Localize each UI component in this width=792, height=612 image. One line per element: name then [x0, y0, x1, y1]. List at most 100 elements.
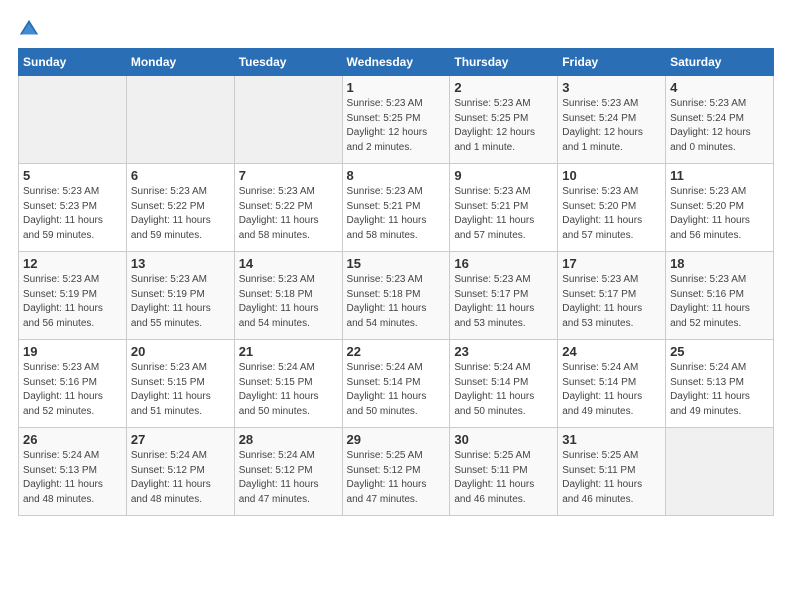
- day-info: Sunrise: 5:24 AM Sunset: 5:14 PM Dayligh…: [454, 361, 553, 419]
- day-number: 6: [131, 168, 230, 183]
- day-info: Sunrise: 5:24 AM Sunset: 5:13 PM Dayligh…: [670, 361, 769, 419]
- calendar-cell: 24 Sunrise: 5:24 AM Sunset: 5:14 PM Dayli…: [558, 340, 666, 428]
- calendar-cell: 19Sunrise: 5:23 AM Sunset: 5:16 PM Dayli…: [19, 340, 127, 428]
- day-number: 5: [23, 168, 122, 183]
- calendar-cell: 13 Sunrise: 5:23 AM Sunset: 5:19 PM Dayli…: [126, 252, 234, 340]
- day-info: Sunrise: 5:23 AM Sunset: 5:18 PM Dayligh…: [239, 273, 338, 331]
- day-number: 4: [670, 80, 769, 95]
- calendar-week-row: 19Sunrise: 5:23 AM Sunset: 5:16 PM Dayli…: [19, 340, 774, 428]
- day-info: Sunrise: 5:23 AM Sunset: 5:17 PM Dayligh…: [562, 273, 661, 331]
- day-info: Sunrise: 5:23 AM Sunset: 5:24 PM Dayligh…: [562, 97, 661, 155]
- day-info: Sunrise: 5:24 AM Sunset: 5:13 PM Dayligh…: [23, 449, 122, 507]
- day-info: Sunrise: 5:23 AM Sunset: 5:21 PM Dayligh…: [347, 185, 446, 243]
- day-info: Sunrise: 5:24 AM Sunset: 5:14 PM Dayligh…: [347, 361, 446, 419]
- page-container: SundayMondayTuesdayWednesdayThursdayFrid…: [0, 0, 792, 526]
- weekday-header: Friday: [558, 49, 666, 76]
- day-info: Sunrise: 5:24 AM Sunset: 5:15 PM Dayligh…: [239, 361, 338, 419]
- day-info: Sunrise: 5:23 AM Sunset: 5:23 PM Dayligh…: [23, 185, 122, 243]
- day-number: 27: [131, 432, 230, 447]
- calendar-cell: 15Sunrise: 5:23 AM Sunset: 5:18 PM Dayli…: [342, 252, 450, 340]
- day-number: 24: [562, 344, 661, 359]
- calendar-cell: 10Sunrise: 5:23 AM Sunset: 5:20 PM Dayli…: [558, 164, 666, 252]
- logo: [18, 18, 48, 40]
- calendar-cell: 18 Sunrise: 5:23 AM Sunset: 5:16 PM Dayli…: [666, 252, 774, 340]
- day-number: 25: [670, 344, 769, 359]
- calendar-cell: 6 Sunrise: 5:23 AM Sunset: 5:22 PM Daylig…: [126, 164, 234, 252]
- calendar-cell: 21Sunrise: 5:24 AM Sunset: 5:15 PM Dayli…: [234, 340, 342, 428]
- calendar-cell: 26 Sunrise: 5:24 AM Sunset: 5:13 PM Dayli…: [19, 428, 127, 516]
- day-number: 16: [454, 256, 553, 271]
- day-info: Sunrise: 5:23 AM Sunset: 5:16 PM Dayligh…: [23, 361, 122, 419]
- calendar-cell: 3 Sunrise: 5:23 AM Sunset: 5:24 PM Daylig…: [558, 76, 666, 164]
- day-number: 13: [131, 256, 230, 271]
- calendar-cell: 30 Sunrise: 5:25 AM Sunset: 5:11 PM Dayli…: [450, 428, 558, 516]
- logo-icon: [18, 18, 40, 40]
- calendar-cell: 1Sunrise: 5:23 AM Sunset: 5:25 PM Daylig…: [342, 76, 450, 164]
- day-info: Sunrise: 5:23 AM Sunset: 5:20 PM Dayligh…: [562, 185, 661, 243]
- day-info: Sunrise: 5:24 AM Sunset: 5:12 PM Dayligh…: [239, 449, 338, 507]
- day-number: 14: [239, 256, 338, 271]
- day-number: 7: [239, 168, 338, 183]
- calendar-body: 1Sunrise: 5:23 AM Sunset: 5:25 PM Daylig…: [19, 76, 774, 516]
- day-number: 12: [23, 256, 122, 271]
- calendar-cell: 25 Sunrise: 5:24 AM Sunset: 5:13 PM Dayli…: [666, 340, 774, 428]
- calendar-cell: 23 Sunrise: 5:24 AM Sunset: 5:14 PM Dayli…: [450, 340, 558, 428]
- day-info: Sunrise: 5:23 AM Sunset: 5:22 PM Dayligh…: [131, 185, 230, 243]
- calendar-cell: 17 Sunrise: 5:23 AM Sunset: 5:17 PM Dayli…: [558, 252, 666, 340]
- weekday-header: Monday: [126, 49, 234, 76]
- day-number: 18: [670, 256, 769, 271]
- day-number: 20: [131, 344, 230, 359]
- page-header: [18, 18, 774, 40]
- calendar-cell: [234, 76, 342, 164]
- calendar-cell: 2 Sunrise: 5:23 AM Sunset: 5:25 PM Daylig…: [450, 76, 558, 164]
- calendar-cell: [19, 76, 127, 164]
- calendar-cell: 11Sunrise: 5:23 AM Sunset: 5:20 PM Dayli…: [666, 164, 774, 252]
- day-info: Sunrise: 5:23 AM Sunset: 5:20 PM Dayligh…: [670, 185, 769, 243]
- day-number: 26: [23, 432, 122, 447]
- day-info: Sunrise: 5:25 AM Sunset: 5:11 PM Dayligh…: [562, 449, 661, 507]
- day-info: Sunrise: 5:23 AM Sunset: 5:21 PM Dayligh…: [454, 185, 553, 243]
- day-info: Sunrise: 5:25 AM Sunset: 5:11 PM Dayligh…: [454, 449, 553, 507]
- day-number: 23: [454, 344, 553, 359]
- day-info: Sunrise: 5:23 AM Sunset: 5:19 PM Dayligh…: [23, 273, 122, 331]
- day-number: 29: [347, 432, 446, 447]
- day-number: 31: [562, 432, 661, 447]
- calendar-cell: 16 Sunrise: 5:23 AM Sunset: 5:17 PM Dayli…: [450, 252, 558, 340]
- calendar-cell: 14 Sunrise: 5:23 AM Sunset: 5:18 PM Dayli…: [234, 252, 342, 340]
- day-info: Sunrise: 5:23 AM Sunset: 5:24 PM Dayligh…: [670, 97, 769, 155]
- calendar-week-row: 5 Sunrise: 5:23 AM Sunset: 5:23 PM Daylig…: [19, 164, 774, 252]
- day-info: Sunrise: 5:24 AM Sunset: 5:14 PM Dayligh…: [562, 361, 661, 419]
- day-number: 3: [562, 80, 661, 95]
- calendar-cell: 27 Sunrise: 5:24 AM Sunset: 5:12 PM Dayli…: [126, 428, 234, 516]
- day-number: 22: [347, 344, 446, 359]
- day-info: Sunrise: 5:23 AM Sunset: 5:17 PM Dayligh…: [454, 273, 553, 331]
- calendar-cell: 4 Sunrise: 5:23 AM Sunset: 5:24 PM Daylig…: [666, 76, 774, 164]
- calendar-cell: 22 Sunrise: 5:24 AM Sunset: 5:14 PM Dayli…: [342, 340, 450, 428]
- calendar-cell: [666, 428, 774, 516]
- day-number: 2: [454, 80, 553, 95]
- day-number: 30: [454, 432, 553, 447]
- calendar-cell: 31 Sunrise: 5:25 AM Sunset: 5:11 PM Dayli…: [558, 428, 666, 516]
- calendar-week-row: 1Sunrise: 5:23 AM Sunset: 5:25 PM Daylig…: [19, 76, 774, 164]
- calendar-cell: 28Sunrise: 5:24 AM Sunset: 5:12 PM Dayli…: [234, 428, 342, 516]
- day-info: Sunrise: 5:24 AM Sunset: 5:12 PM Dayligh…: [131, 449, 230, 507]
- day-number: 15: [347, 256, 446, 271]
- calendar-cell: 12 Sunrise: 5:23 AM Sunset: 5:19 PM Dayli…: [19, 252, 127, 340]
- calendar-cell: [126, 76, 234, 164]
- weekday-header: Thursday: [450, 49, 558, 76]
- calendar-cell: 20 Sunrise: 5:23 AM Sunset: 5:15 PM Dayli…: [126, 340, 234, 428]
- day-number: 17: [562, 256, 661, 271]
- day-number: 9: [454, 168, 553, 183]
- weekday-header: Sunday: [19, 49, 127, 76]
- day-info: Sunrise: 5:23 AM Sunset: 5:19 PM Dayligh…: [131, 273, 230, 331]
- day-info: Sunrise: 5:23 AM Sunset: 5:16 PM Dayligh…: [670, 273, 769, 331]
- day-info: Sunrise: 5:23 AM Sunset: 5:22 PM Dayligh…: [239, 185, 338, 243]
- calendar-week-row: 12 Sunrise: 5:23 AM Sunset: 5:19 PM Dayli…: [19, 252, 774, 340]
- calendar-cell: 7 Sunrise: 5:23 AM Sunset: 5:22 PM Daylig…: [234, 164, 342, 252]
- day-info: Sunrise: 5:23 AM Sunset: 5:25 PM Dayligh…: [454, 97, 553, 155]
- weekday-header: Saturday: [666, 49, 774, 76]
- day-info: Sunrise: 5:23 AM Sunset: 5:25 PM Dayligh…: [347, 97, 446, 155]
- day-number: 8: [347, 168, 446, 183]
- calendar-cell: 9 Sunrise: 5:23 AM Sunset: 5:21 PM Daylig…: [450, 164, 558, 252]
- day-info: Sunrise: 5:23 AM Sunset: 5:15 PM Dayligh…: [131, 361, 230, 419]
